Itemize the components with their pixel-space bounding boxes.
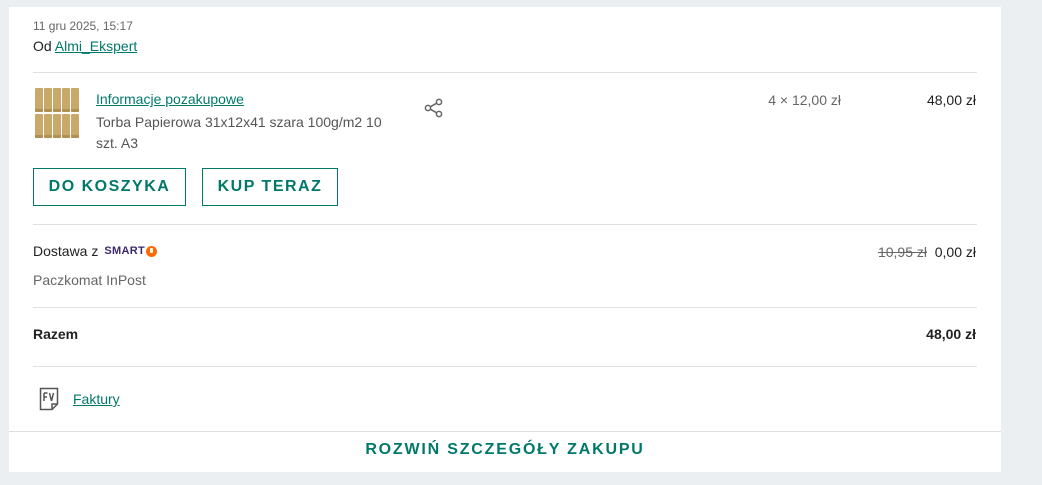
bag-shape [53, 88, 61, 112]
smart-badge-text: SMART [104, 245, 145, 257]
bag-shape [44, 88, 52, 112]
bag-shape [71, 114, 79, 138]
seller-link[interactable]: Almi_Ekspert [55, 38, 137, 54]
seller-prefix: Od [33, 38, 55, 54]
bag-shape [62, 88, 70, 112]
bag-shape [35, 88, 43, 112]
product-thumbnail[interactable] [35, 88, 79, 138]
seller-line: Od Almi_Ekspert [33, 38, 137, 54]
buy-now-button[interactable]: KUP TERAZ [202, 168, 338, 206]
divider [33, 224, 977, 225]
total-label: Razem [33, 326, 79, 342]
divider [33, 366, 977, 367]
delivery-label: Dostawa z SMART [33, 243, 157, 259]
total-value: 48,00 zł [926, 326, 976, 342]
divider [9, 431, 1001, 432]
smart-exclamation-icon [145, 245, 157, 257]
bag-shape [35, 114, 43, 138]
post-purchase-info-link[interactable]: Informacje pozakupowe [96, 91, 244, 107]
share-icon[interactable] [424, 98, 444, 118]
bag-shape [62, 114, 70, 138]
delivery-price: 0,00 zł [934, 244, 976, 260]
fv-invoice-icon [39, 387, 59, 411]
product-name: Torba Papierowa 31x12x41 szara 100g/m2 1… [96, 114, 382, 151]
bag-shape [44, 114, 52, 138]
delivery-label-text: Dostawa z [33, 243, 99, 259]
order-card: 11 gru 2025, 15:17 Od Almi_Ekspert Infor… [9, 7, 1001, 472]
smart-badge: SMART [104, 245, 157, 257]
bag-shape [71, 88, 79, 112]
divider [33, 307, 977, 308]
order-date: 11 gru 2025, 15:17 [33, 19, 133, 33]
expand-details-button[interactable]: ROZWIŃ SZCZEGÓŁY ZAKUPU [9, 441, 1001, 459]
invoices-link[interactable]: Faktury [73, 391, 120, 407]
quantity-times-price: 4 × 12,00 zł [768, 92, 841, 108]
delivery-method: Paczkomat InPost [33, 272, 146, 288]
item-total-price: 48,00 zł [926, 92, 976, 108]
add-to-cart-button[interactable]: DO KOSZYKA [33, 168, 186, 206]
divider [33, 72, 977, 73]
bag-shape [53, 114, 61, 138]
